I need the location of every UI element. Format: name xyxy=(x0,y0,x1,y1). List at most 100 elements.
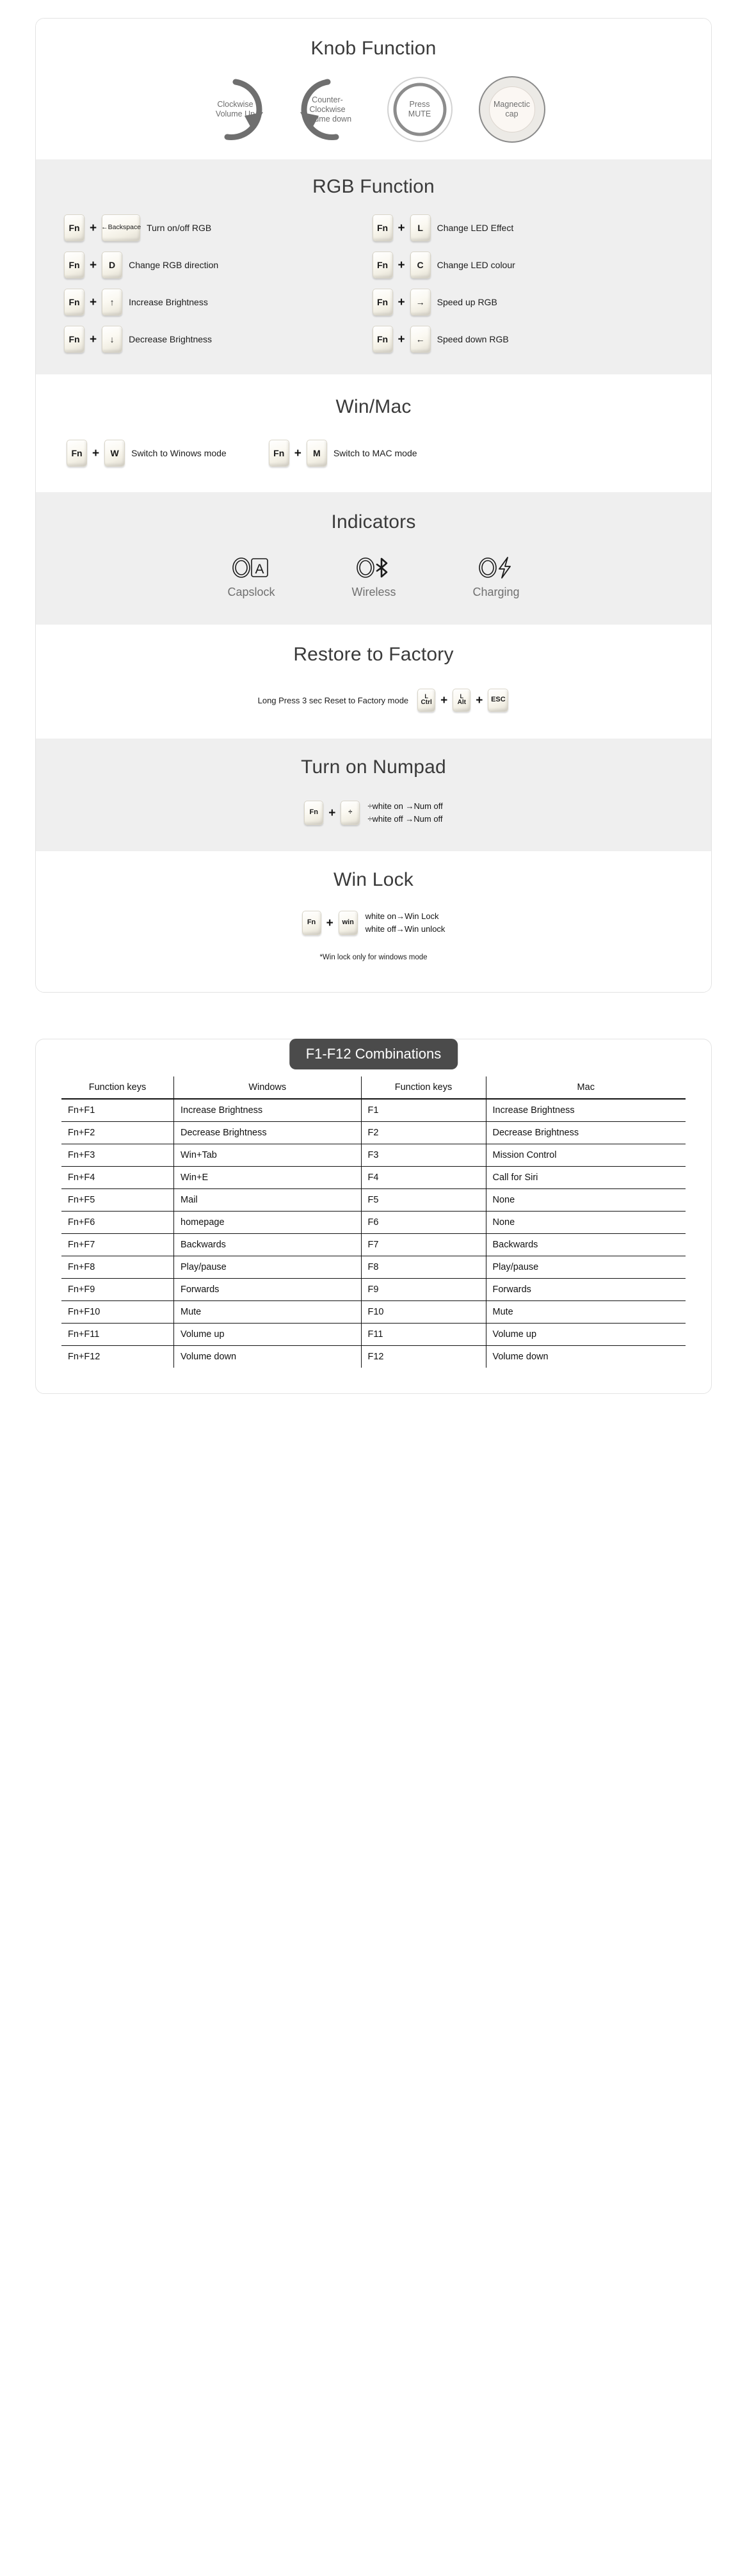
knob-clockwise-line2: Volume Up xyxy=(215,109,255,118)
plus-sign: + xyxy=(328,806,336,820)
cell-windows-action: Play/pause xyxy=(173,1256,362,1279)
rgb-shortcut-row: Fn + D Change RGB direction xyxy=(64,252,373,278)
indicator-label: Wireless xyxy=(351,586,396,598)
plus-sign: + xyxy=(398,221,405,235)
charging-bolt-icon xyxy=(478,555,515,580)
restore-row: Long Press 3 sec Reset to Factory mode L… xyxy=(36,689,711,712)
numpad-legend-line2: ÷white off →Num off xyxy=(367,814,443,824)
keycap-c[interactable]: C xyxy=(410,252,431,278)
key-combo: Fn + → xyxy=(372,289,431,316)
win-lock-legend: white on→Win Lock white off→Win unlock xyxy=(365,910,446,936)
keycap-arrow-left[interactable]: ← xyxy=(410,326,431,353)
table-header-row: Function keys Windows Function keys Mac xyxy=(61,1076,686,1100)
cell-fn-key-mac: F3 xyxy=(361,1144,486,1167)
keycap-w[interactable]: W xyxy=(104,440,125,467)
winmac-shortcut-row: Fn + W Switch to Winows mode xyxy=(67,440,227,467)
keycap-fn[interactable]: Fn xyxy=(372,214,393,241)
plus-sign: + xyxy=(398,258,405,272)
knob-ccw-line3: Volume down xyxy=(303,114,352,124)
indicators-row: A Capslock Wireless Charging xyxy=(36,555,711,599)
keycap-arrow-up[interactable]: ↑ xyxy=(102,289,123,316)
keycap-left-alt[interactable]: L Alt xyxy=(453,689,471,712)
keycap-arrow-right[interactable]: → xyxy=(410,289,431,316)
keycap-fn[interactable]: Fn xyxy=(67,440,87,467)
bluetooth-glyph xyxy=(357,557,388,578)
winmac-shortcut-row: Fn + M Switch to MAC mode xyxy=(268,440,417,467)
plus-sign: + xyxy=(92,446,100,460)
knob-mute-line2: MUTE xyxy=(408,109,431,118)
cell-mac-action: None xyxy=(486,1188,686,1212)
keycap-fn[interactable]: Fn xyxy=(64,289,84,316)
knob-ccw-line1: Counter- xyxy=(312,95,343,104)
plus-sign: + xyxy=(90,221,97,235)
shortcut-action-label: Speed up RGB xyxy=(437,297,497,307)
cell-fn-key-mac: F2 xyxy=(361,1121,486,1144)
cell-fn-key-win: Fn+F6 xyxy=(61,1211,174,1234)
keycap-arrow-down[interactable]: ↓ xyxy=(102,326,123,353)
table-row: Fn+F9 Forwards F9 Forwards xyxy=(61,1278,686,1301)
key-combo: Fn + ↑ xyxy=(64,289,123,316)
cell-fn-key-win: Fn+F7 xyxy=(61,1233,174,1256)
knob-magnetic-label: Magnectic cap xyxy=(479,100,545,119)
keycap-divide[interactable]: ÷ xyxy=(341,801,360,825)
keycap-fn[interactable]: Fn xyxy=(301,911,321,935)
keycap-fn[interactable]: Fn xyxy=(268,440,289,467)
rgb-shortcut-row: Fn + L Change LED Effect xyxy=(372,214,681,241)
cell-fn-key-win: Fn+F1 xyxy=(61,1099,174,1122)
keycap-fn[interactable]: Fn xyxy=(372,289,393,316)
cell-fn-key-mac: F5 xyxy=(361,1188,486,1212)
win-lock-footnote: *Win lock only for windows mode xyxy=(319,954,428,961)
cell-windows-action: Forwards xyxy=(173,1278,362,1301)
shortcut-action-label: Change RGB direction xyxy=(129,260,219,270)
keycap-fn[interactable]: Fn xyxy=(64,214,84,241)
keycap-l[interactable]: L xyxy=(410,214,431,241)
rgb-shortcut-row: Fn + C Change LED colour xyxy=(372,252,681,278)
keycap-left-alt-bottom: Alt xyxy=(457,699,466,707)
indicator-wireless: Wireless xyxy=(351,555,396,599)
key-combo: Fn + ← xyxy=(372,326,431,353)
win-mac-row: Fn + W Switch to Winows mode Fn + M Swit… xyxy=(36,440,711,467)
cell-fn-key-mac: F11 xyxy=(361,1323,486,1346)
table-row: Fn+F3 Win+Tab F3 Mission Control xyxy=(61,1144,686,1167)
f-keys-badge: F1-F12 Combinations xyxy=(289,1039,458,1069)
cell-fn-key-mac: F12 xyxy=(361,1345,486,1368)
knob-counter-clockwise-label: Counter- Clockwise Volume down xyxy=(294,95,361,124)
cell-fn-key-mac: F9 xyxy=(361,1278,486,1301)
key-combo: Fn + C xyxy=(372,252,431,278)
keycap-left-ctrl[interactable]: L Ctrl xyxy=(417,689,436,712)
keycap-fn[interactable]: Fn xyxy=(372,252,393,278)
rgb-shortcuts-grid: Fn + ←Backspace Turn on/off RGB Fn + L C… xyxy=(36,214,711,353)
cell-fn-key-mac: F1 xyxy=(361,1099,486,1122)
keycap-win[interactable]: win xyxy=(338,911,358,935)
cell-windows-action: Mute xyxy=(173,1300,362,1324)
knob-press-mute-label: Press MUTE xyxy=(387,100,453,119)
table-row: Fn+F12 Volume down F12 Volume down xyxy=(61,1345,686,1368)
keycap-fn[interactable]: Fn xyxy=(64,326,84,353)
shortcut-action-label: Speed down RGB xyxy=(437,334,509,344)
rgb-shortcut-row: Fn + ← Speed down RGB xyxy=(372,326,681,353)
table-row: Fn+F10 Mute F10 Mute xyxy=(61,1300,686,1324)
shortcut-action-label: Turn on/off RGB xyxy=(147,223,212,233)
charging-glyph xyxy=(479,557,511,579)
keycap-backspace[interactable]: ←Backspace xyxy=(101,214,141,241)
keycap-fn[interactable]: Fn xyxy=(372,326,393,353)
knob-magnetic-cap: Magnectic cap xyxy=(478,76,545,143)
keycap-d[interactable]: D xyxy=(102,252,123,278)
rgb-shortcut-row: Fn + ↓ Decrease Brightness xyxy=(64,326,373,353)
plus-sign: + xyxy=(294,446,301,460)
indicator-capslock: A Capslock xyxy=(227,555,275,599)
keycap-fn[interactable]: Fn xyxy=(64,252,84,278)
svg-text:A: A xyxy=(255,562,264,577)
cell-fn-key-mac: F4 xyxy=(361,1166,486,1189)
cell-mac-action: None xyxy=(486,1211,686,1234)
keycap-fn[interactable]: Fn xyxy=(304,801,324,825)
table-row: Fn+F2 Decrease Brightness F2 Decrease Br… xyxy=(61,1121,686,1144)
cell-fn-key-win: Fn+F9 xyxy=(61,1278,174,1301)
col-header-mac: Mac xyxy=(486,1076,686,1100)
keycap-m[interactable]: M xyxy=(306,440,327,467)
shortcut-action-label: Switch to MAC mode xyxy=(333,448,417,458)
keycap-esc[interactable]: ESC xyxy=(488,689,509,712)
knob-magnetic-line2: cap xyxy=(505,109,518,118)
cell-fn-key-mac: F8 xyxy=(361,1256,486,1279)
cell-windows-action: Win+E xyxy=(173,1166,362,1189)
